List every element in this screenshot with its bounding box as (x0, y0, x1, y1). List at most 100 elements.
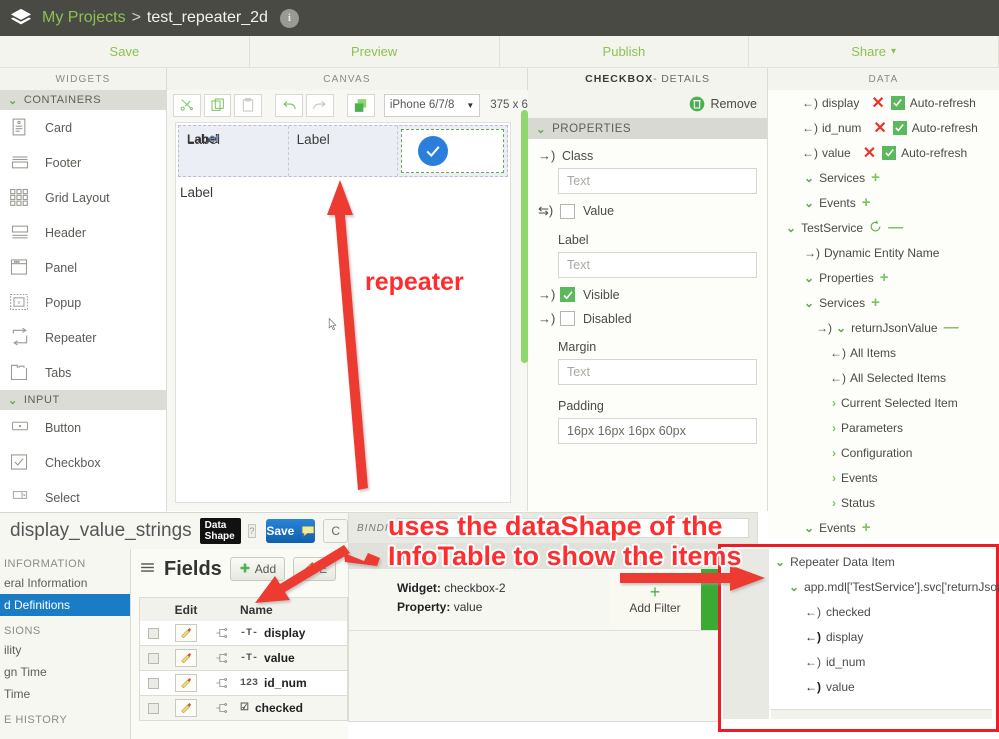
bind-out-icon[interactable]: →) (538, 148, 560, 163)
data-node-current-selected-item[interactable]: › Current Selected Item (768, 390, 999, 415)
duplicate-button[interactable] (347, 94, 375, 117)
repeater-cell-2[interactable]: Label (289, 126, 399, 176)
disabled-checkbox[interactable] (560, 311, 575, 326)
row-reorder-handle[interactable] (206, 701, 236, 715)
row-checkbox[interactable] (140, 678, 166, 689)
repeater-cell-1[interactable]: Label Label er (179, 126, 289, 176)
repeater-field-checked[interactable]: ←) checked (769, 599, 994, 624)
widget-item-button[interactable]: Button (0, 410, 166, 445)
data-node-services-2[interactable]: ⌄ Services + (768, 290, 999, 315)
datashape-cancel-button[interactable]: C (323, 519, 348, 543)
data-node-configuration[interactable]: › Configuration (768, 440, 999, 465)
repeater-field-value[interactable]: ←) value (769, 674, 994, 699)
device-select[interactable]: iPhone 6/7/8 ▼ (384, 94, 480, 117)
auto-refresh-checkbox[interactable] (882, 146, 896, 160)
data-node-dynamic-entity-name[interactable]: →) Dynamic Entity Name (768, 240, 999, 265)
remove-icon[interactable]: — (944, 319, 959, 336)
row-checkbox[interactable] (140, 653, 166, 664)
remove-binding-icon[interactable]: ✕ (873, 118, 886, 138)
row-edit-button[interactable] (166, 674, 206, 692)
menu-share[interactable]: Share ▾ (749, 36, 999, 67)
row-edit-button[interactable] (166, 649, 206, 667)
sidebar-item-field-definitions[interactable]: d Definitions (0, 594, 130, 616)
bind-out-icon[interactable]: →) (538, 287, 560, 302)
widget-item-header[interactable]: Header (0, 215, 166, 250)
widget-group-containers[interactable]: ⌄ CONTAINERS (0, 90, 166, 110)
remove-binding-icon[interactable]: ✕ (863, 143, 876, 163)
data-node-events-2[interactable]: › Events (768, 465, 999, 490)
canvas-stage[interactable]: Label Label er Label Label (175, 122, 511, 503)
sidebar-item-run-time[interactable]: Time (0, 683, 130, 705)
remove-button[interactable]: Remove (528, 90, 767, 118)
add-icon[interactable]: + (871, 294, 880, 311)
data-node-returnjsonvalue[interactable]: →) ⌄ returnJsonValue — (768, 315, 999, 340)
data-node-all-selected-items[interactable]: ←) All Selected Items (768, 365, 999, 390)
table-row[interactable]: -T-display (139, 621, 348, 646)
add-icon[interactable]: + (871, 169, 880, 186)
redo-button[interactable] (306, 94, 334, 117)
table-row[interactable]: ☑checked (139, 696, 348, 721)
sidebar-item-general-information[interactable]: eral Information (0, 572, 130, 594)
checkbox-widget-selected[interactable] (401, 129, 504, 173)
data-node-testservice[interactable]: ⌄ TestService — (768, 215, 999, 240)
add-icon[interactable]: + (862, 194, 871, 211)
edit-field-button[interactable]: E (293, 557, 336, 581)
label-input[interactable]: Text (558, 252, 757, 278)
data-node-properties[interactable]: ⌄ Properties + (768, 265, 999, 290)
widget-item-select[interactable]: Select (0, 480, 166, 511)
sidebar-item-visibility[interactable]: ility (0, 639, 130, 661)
widget-item-card[interactable]: Card (0, 110, 166, 145)
bind-out-icon[interactable]: →) (538, 311, 560, 326)
data-node-events-3[interactable]: ⌄ Events + (768, 515, 999, 539)
class-input[interactable]: Text (558, 168, 757, 194)
widget-item-panel[interactable]: Panel (0, 250, 166, 285)
row-reorder-handle[interactable] (206, 676, 236, 690)
repeater-data-item-title-row[interactable]: ⌄ Repeater Data Item (769, 549, 994, 574)
widget-item-checkbox[interactable]: Checkbox (0, 445, 166, 480)
row-edit-button[interactable] (166, 624, 206, 642)
data-node-all-items[interactable]: ←) All Items (768, 340, 999, 365)
widget-item-footer[interactable]: Footer (0, 145, 166, 180)
add-filter-button[interactable]: + Add Filter (609, 569, 701, 630)
remove-icon[interactable]: — (888, 219, 903, 236)
paste-button[interactable] (234, 94, 262, 117)
data-node-events-1[interactable]: ⌄ Events + (768, 190, 999, 215)
repeater-widget[interactable]: Label Label er Label (178, 125, 508, 177)
data-node-parameters[interactable]: › Parameters (768, 415, 999, 440)
visible-checkbox[interactable] (560, 287, 575, 302)
auto-refresh-checkbox[interactable] (891, 96, 905, 110)
padding-input[interactable]: 16px 16px 16px 60px (558, 418, 757, 444)
remove-binding-icon[interactable]: ✕ (871, 93, 884, 113)
info-icon[interactable]: i (280, 9, 299, 28)
data-node-status[interactable]: › Status (768, 490, 999, 515)
row-reorder-handle[interactable] (206, 651, 236, 665)
menu-save[interactable]: Save (0, 36, 250, 67)
data-node-services-1[interactable]: ⌄ Services + (768, 165, 999, 190)
repeater-field-display[interactable]: ←) display (769, 624, 994, 649)
sidebar-item-design-time[interactable]: gn Time (0, 661, 130, 683)
breadcrumb-my-projects[interactable]: My Projects (42, 9, 126, 27)
add-icon[interactable]: + (862, 519, 871, 536)
value-checkbox[interactable] (560, 204, 575, 219)
widget-item-repeater[interactable]: Repeater (0, 320, 166, 355)
canvas-scrollbar[interactable] (521, 110, 528, 363)
binding-source-field[interactable]: ngs (397, 518, 749, 538)
data-row-id-num[interactable]: ←) id_num ✕ Auto-refresh (768, 115, 999, 140)
row-reorder-handle[interactable] (206, 626, 236, 640)
row-edit-button[interactable] (166, 699, 206, 717)
menu-preview[interactable]: Preview (250, 36, 500, 67)
widget-group-input[interactable]: ⌄ INPUT (0, 390, 166, 410)
auto-refresh-checkbox[interactable] (893, 121, 907, 135)
row-checkbox[interactable] (140, 703, 166, 714)
properties-section-header[interactable]: ⌄ PROPERTIES (528, 118, 767, 139)
row-checkbox[interactable] (140, 628, 166, 639)
repeater-cell-3[interactable] (398, 126, 507, 176)
copy-button[interactable] (204, 94, 232, 117)
table-row[interactable]: 123id_num (139, 671, 348, 696)
repeater-field-id-num[interactable]: ←) id_num (769, 649, 994, 674)
menu-publish[interactable]: Publish (500, 36, 750, 67)
refresh-icon[interactable] (869, 220, 882, 236)
data-row-display[interactable]: ←) display ✕ Auto-refresh (768, 90, 999, 115)
data-row-value[interactable]: ←) value ✕ Auto-refresh (768, 140, 999, 165)
undo-button[interactable] (275, 94, 303, 117)
